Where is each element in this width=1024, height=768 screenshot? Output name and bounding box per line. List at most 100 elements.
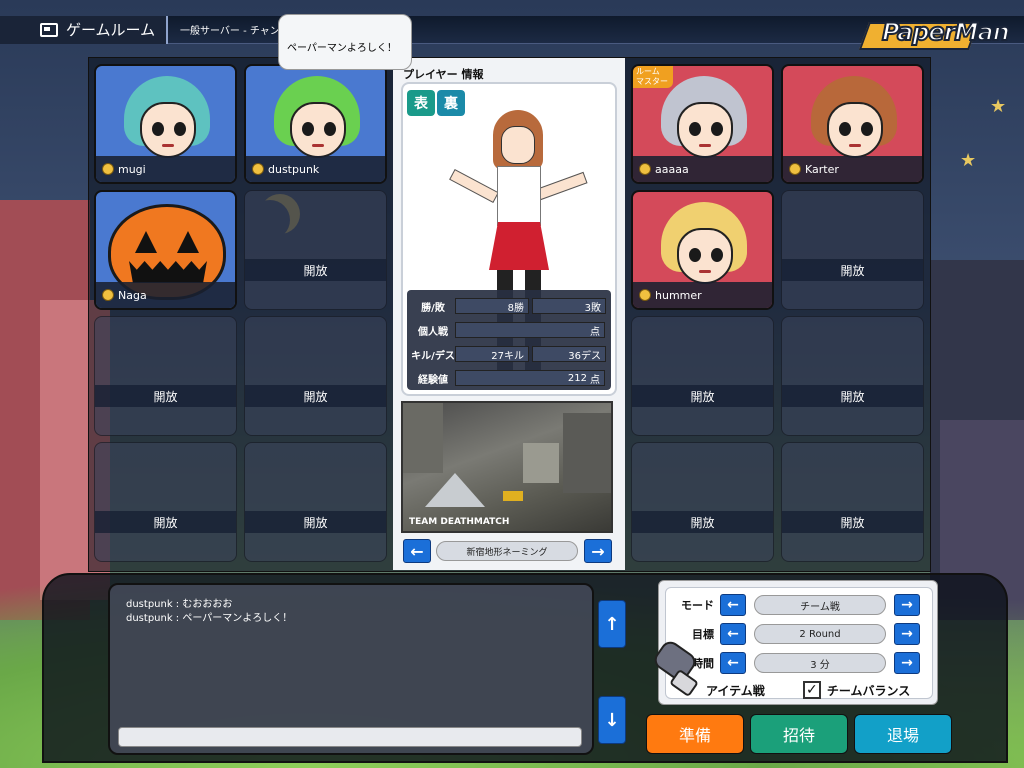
team-balance-label: チームバランス [826, 683, 911, 698]
player-rank-icon [789, 163, 801, 175]
star-icon: ★ [960, 150, 977, 171]
open-slot-label: 開放 [95, 385, 236, 407]
player-name-bar: aaaaa [633, 156, 772, 182]
open-slot-red-5[interactable]: 開放 [631, 316, 774, 436]
map-thumbnail: TEAM DEATHMATCH [401, 401, 613, 533]
stat-row-exp: 経験値 212 点 [411, 368, 609, 388]
stat-label: 経験値 [418, 374, 448, 386]
setting-time: 時間 ← 3 分 → [666, 650, 934, 676]
player-slot-red-2[interactable]: Karter [781, 64, 924, 184]
invite-button[interactable]: 招待 [750, 714, 848, 754]
stat-label: キル/デス [411, 350, 455, 362]
option-row: アイテム戦 ✓ チームバランス [706, 680, 930, 700]
settings-inner: モード ← チーム戦 → 目標 ← 2 Round → 時間 ← 3 分 → ア… [665, 587, 933, 699]
open-slot-blue-8[interactable]: 開放 [244, 442, 387, 562]
speech-bubble: ペーパーマンよろしく！ [278, 14, 412, 70]
avatar [268, 76, 366, 166]
grenade-icon [648, 637, 702, 698]
paperman-logo: PaperMan [858, 12, 1011, 54]
open-slot-red-6[interactable]: 開放 [781, 316, 924, 436]
mode-value: チーム戦 [754, 595, 886, 615]
mode-prev-button[interactable]: ← [720, 594, 746, 616]
stat-exp: 212 点 [455, 370, 605, 386]
player-slot-blue-1[interactable]: mugi [94, 64, 237, 184]
stat-kills: 27キル [455, 346, 529, 362]
open-slot-label: 開放 [632, 385, 773, 407]
stat-losses: 3敗 [532, 298, 606, 314]
avatar [118, 76, 216, 166]
open-slot-label: 開放 [245, 511, 386, 533]
map-name: 新宿地形ネーミング [436, 541, 578, 561]
arrow-right-icon: → [591, 541, 605, 561]
tab-back[interactable]: 裏 [437, 90, 465, 116]
open-slot-blue-5[interactable]: 開放 [94, 316, 237, 436]
player-name: Karter [805, 162, 839, 176]
room-tab: ゲームルーム [0, 15, 168, 44]
stat-deaths: 36デス [532, 346, 606, 362]
chat-line: dustpunk : むおおおお [126, 599, 233, 610]
player-slot-blue-3[interactable]: Naga [94, 190, 237, 310]
star-icon: ★ [990, 96, 1007, 117]
map-mode-label: TEAM DEATHMATCH [409, 517, 510, 527]
goal-prev-button[interactable]: ← [720, 623, 746, 645]
stat-solo: 点 [455, 322, 605, 338]
item-battle-label[interactable]: アイテム戦 [706, 682, 765, 699]
open-slot-red-4[interactable]: 開放 [781, 190, 924, 310]
goal-next-button[interactable]: → [894, 623, 920, 645]
open-slot-blue-6[interactable]: 開放 [244, 316, 387, 436]
stat-label: 個人戦 [418, 326, 448, 338]
chat-scroll-up-button[interactable]: ↑ [598, 600, 626, 648]
avatar [805, 76, 903, 166]
setting-goal: 目標 ← 2 Round → [666, 621, 934, 647]
arrow-down-icon: ↓ [604, 709, 620, 731]
team-balance-checkbox[interactable]: ✓ [802, 681, 821, 699]
mode-next-button[interactable]: → [894, 594, 920, 616]
open-slot-blue-4[interactable]: 開放 [244, 190, 387, 310]
time-prev-button[interactable]: ← [720, 652, 746, 674]
open-slot-label: 開放 [782, 511, 923, 533]
room-master-badge: ルーム マスター [633, 66, 673, 88]
map-prev-button[interactable]: ← [403, 539, 431, 563]
open-slot-label: 開放 [782, 385, 923, 407]
player-name: mugi [118, 162, 146, 176]
avatar [655, 202, 753, 292]
player-rank-icon [102, 289, 114, 301]
map-car [503, 491, 523, 501]
exit-button[interactable]: 退場 [854, 714, 952, 754]
open-slot-red-7[interactable]: 開放 [631, 442, 774, 562]
stat-row-solo: 個人戦 点 [411, 320, 609, 340]
time-next-button[interactable]: → [894, 652, 920, 674]
open-slot-label: 開放 [782, 259, 923, 281]
player-slot-blue-2[interactable]: dustpunk [244, 64, 387, 184]
player-name-bar: Naga [96, 282, 235, 308]
player-name-bar: hummer [633, 282, 772, 308]
avatar [655, 76, 753, 166]
time-value: 3 分 [754, 653, 886, 673]
chat-input[interactable] [118, 727, 582, 747]
tab-front[interactable]: 表 [407, 90, 435, 116]
open-slot-blue-7[interactable]: 開放 [94, 442, 237, 562]
player-rank-icon [639, 289, 651, 301]
player-info-title: プレイヤー 情報 [403, 68, 484, 81]
player-name: hummer [655, 288, 702, 302]
open-slot-label: 開放 [632, 511, 773, 533]
player-name: aaaaa [655, 162, 689, 176]
open-slot-label: 開放 [245, 259, 386, 281]
arrow-left-icon: ← [410, 541, 424, 561]
player-info-panel: プレイヤー 情報 表 裏 勝/敗 8勝 3敗 個人戦 点 キル/デス 27キル … [393, 58, 625, 570]
player-slot-red-1[interactable]: ルーム マスター aaaaa [631, 64, 774, 184]
stat-label: 勝/敗 [421, 302, 445, 314]
room-title: ゲームルーム [66, 21, 156, 39]
setting-label: モード [681, 599, 714, 612]
player-name: dustpunk [268, 162, 320, 176]
ready-button[interactable]: 準備 [646, 714, 744, 754]
player-slot-red-3[interactable]: hummer [631, 190, 774, 310]
player-name-bar: dustpunk [246, 156, 385, 182]
chat-line: dustpunk : ペーパーマンよろしく！ [126, 613, 293, 624]
open-slot-red-8[interactable]: 開放 [781, 442, 924, 562]
stat-row-kill-death: キル/デス 27キル 36デス [411, 344, 609, 364]
chat-scroll-down-button[interactable]: ↓ [598, 696, 626, 744]
player-name-bar: mugi [96, 156, 235, 182]
open-slot-label: 開放 [95, 511, 236, 533]
map-next-button[interactable]: → [584, 539, 612, 563]
